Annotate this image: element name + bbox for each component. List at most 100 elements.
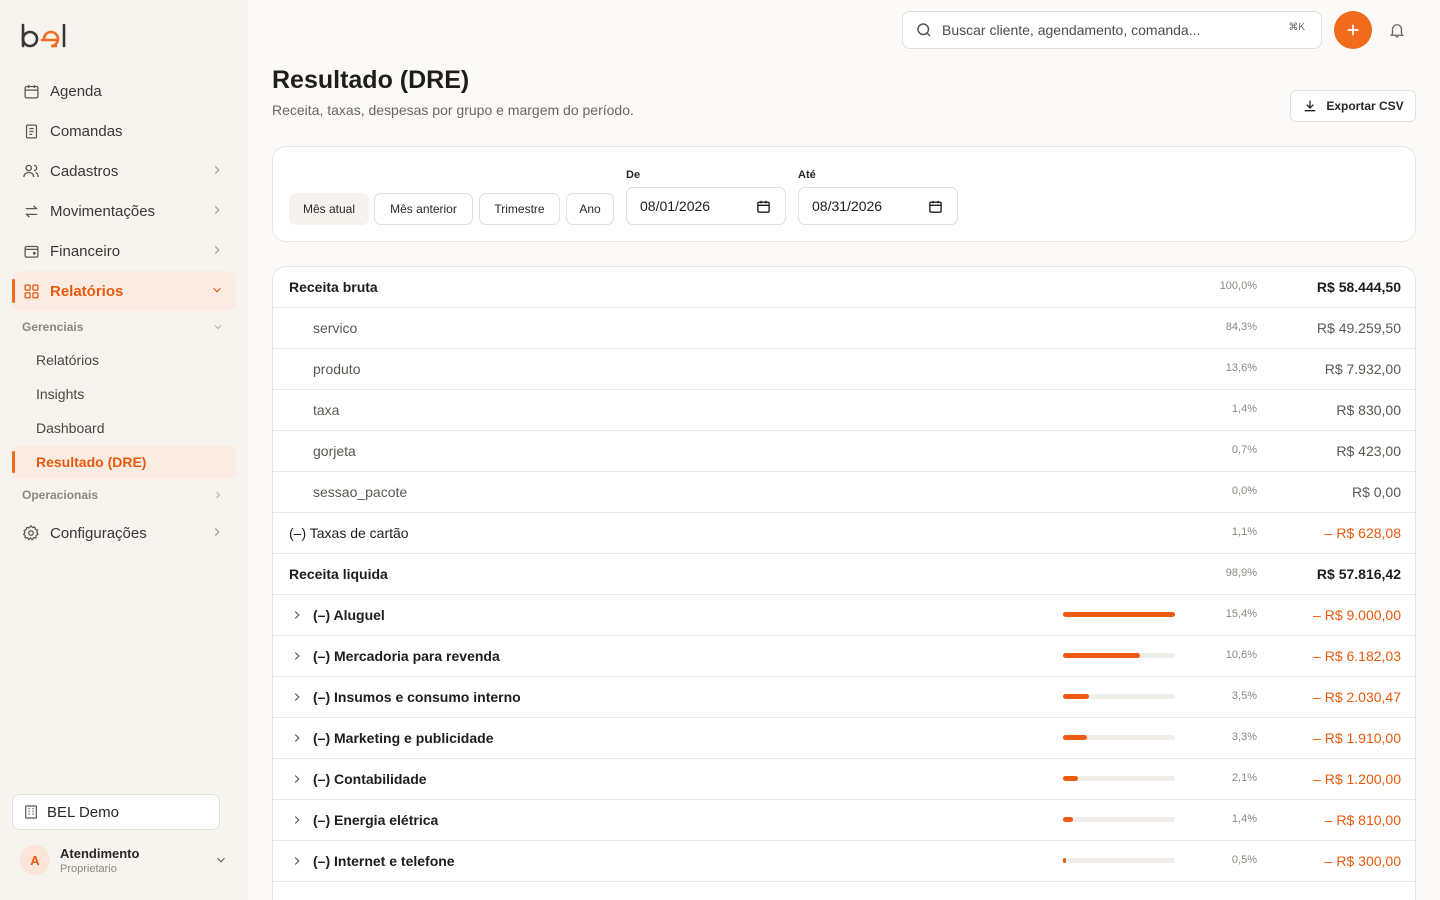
plus-icon <box>1347 24 1359 36</box>
sidebar-item-label: Cadastros <box>50 162 119 180</box>
chevron-right-icon <box>214 166 220 174</box>
sidebar-item-movimentacoes[interactable]: Movimentações <box>12 191 236 231</box>
add-button[interactable] <box>1334 11 1372 49</box>
dre-row-marketing[interactable]: (–) Marketing e publicidade 3,3% – R$ 1.… <box>273 718 1415 759</box>
row-value: – R$ 628,08 <box>1324 525 1401 541</box>
chevron-right-icon[interactable] <box>290 813 304 827</box>
sub-item-label: Resultado (DRE) <box>36 454 147 470</box>
chevron-right-icon[interactable] <box>290 608 304 622</box>
row-label: Receita bruta <box>289 279 378 295</box>
export-csv-button[interactable]: Exportar CSV <box>1290 90 1416 122</box>
sidebar-item-label: Movimentações <box>50 202 156 220</box>
dre-row-mercadoria[interactable]: (–) Mercadoria para revenda 10,6% – R$ 6… <box>273 636 1415 677</box>
chevron-down-icon <box>213 287 221 293</box>
row-value: – R$ 810,00 <box>1324 812 1401 828</box>
share-bar-fill <box>1063 694 1089 699</box>
sidebar-item-label: Comandas <box>50 122 123 140</box>
chevron-down-icon <box>214 325 222 330</box>
from-date-field[interactable]: 08/01/2026 <box>626 187 786 225</box>
global-search[interactable]: ⌘K <box>902 11 1322 49</box>
to-date-field[interactable]: 08/31/2026 <box>798 187 958 225</box>
sub-item-dashboard[interactable]: Dashboard <box>12 411 236 445</box>
row-label: (–) Internet e telefone <box>313 853 455 869</box>
row-label: (–) Taxas de cartão <box>289 525 409 541</box>
chip-ano[interactable]: Ano <box>566 193 614 225</box>
bel-logo[interactable] <box>20 22 70 50</box>
dre-row-insumos[interactable]: (–) Insumos e consumo interno 3,5% – R$ … <box>273 677 1415 718</box>
sidebar-item-label: Configurações <box>50 524 147 542</box>
row-percent: 15,4% <box>1225 608 1257 620</box>
row-percent: 0,7% <box>1231 444 1257 456</box>
sub-item-insights[interactable]: Insights <box>12 377 236 411</box>
section-gerenciais[interactable]: Gerenciais <box>12 311 236 343</box>
dre-row-energia[interactable]: (–) Energia elétrica 1,4% – R$ 810,00 <box>273 800 1415 841</box>
row-value: R$ 57.816,42 <box>1316 566 1401 582</box>
chevron-right-icon[interactable] <box>290 772 304 786</box>
dre-row-aluguel[interactable]: (–) Aluguel 15,4% – R$ 9.000,00 <box>273 595 1415 636</box>
share-bar-fill <box>1063 858 1066 863</box>
organization-name: BEL Demo <box>47 803 119 821</box>
share-bar <box>1063 612 1175 617</box>
chevron-right-icon[interactable] <box>290 854 304 868</box>
keyboard-shortcut: ⌘K <box>1288 22 1305 33</box>
chevron-right-icon <box>214 528 220 536</box>
row-value: – R$ 2.030,47 <box>1313 689 1401 705</box>
receipt-icon <box>22 122 40 140</box>
calendar-icon <box>22 82 40 100</box>
sidebar-item-label: Relatórios <box>50 282 124 300</box>
section-operacionais[interactable]: Operacionais <box>12 479 236 511</box>
dre-row-internet[interactable]: (–) Internet e telefone 0,5% – R$ 300,00 <box>273 841 1415 882</box>
chevron-right-icon <box>214 206 220 214</box>
building-icon <box>25 805 37 819</box>
chevron-right-icon[interactable] <box>290 731 304 745</box>
row-value: R$ 830,00 <box>1336 402 1401 418</box>
sidebar-item-label: Financeiro <box>50 242 121 260</box>
sidebar-item-agenda[interactable]: Agenda <box>12 71 236 111</box>
share-bar-fill <box>1063 817 1073 822</box>
gear-icon <box>22 524 40 542</box>
chevron-right-icon[interactable] <box>290 649 304 663</box>
sub-item-relatorios[interactable]: Relatórios <box>12 343 236 377</box>
sidebar-item-relatorios[interactable]: Relatórios <box>12 271 236 311</box>
organization-selector[interactable]: BEL Demo <box>12 794 220 830</box>
avatar: A <box>20 845 50 875</box>
sidebar-item-comandas[interactable]: Comandas <box>12 111 236 151</box>
grid-icon <box>22 282 40 300</box>
search-input[interactable] <box>942 22 1272 38</box>
bell-icon[interactable] <box>1388 21 1406 39</box>
sidebar-item-cadastros[interactable]: Cadastros <box>12 151 236 191</box>
calendar-icon[interactable] <box>928 199 943 214</box>
row-label: (–) Marketing e publicidade <box>313 730 494 746</box>
dre-row-receita-liquida: Receita liquida 98,9% R$ 57.816,42 <box>273 554 1415 595</box>
sidebar-item-financeiro[interactable]: Financeiro <box>12 231 236 271</box>
section-label: Operacionais <box>22 488 99 502</box>
calendar-icon[interactable] <box>756 199 771 214</box>
sub-item-resultado-dre[interactable]: Resultado (DRE) <box>12 445 236 479</box>
share-bar-fill <box>1063 653 1140 658</box>
dre-row-contabilidade[interactable]: (–) Contabilidade 2,1% – R$ 1.200,00 <box>273 759 1415 800</box>
row-percent: 10,6% <box>1225 649 1257 661</box>
row-value: R$ 423,00 <box>1336 443 1401 459</box>
row-label: (–) Energia elétrica <box>313 812 439 828</box>
chevron-right-icon <box>216 491 221 499</box>
row-value: R$ 7.932,00 <box>1324 361 1401 377</box>
row-label: taxa <box>313 402 340 418</box>
chip-mes-anterior[interactable]: Mês anterior <box>374 193 473 225</box>
arrows-icon <box>22 202 40 220</box>
from-label: De <box>626 169 641 181</box>
sidebar-item-configuracoes[interactable]: Configurações <box>12 513 236 553</box>
dre-row-sessao-pacote: sessao_pacote 0,0% R$ 0,00 <box>273 472 1415 513</box>
chevron-down-icon <box>217 857 225 863</box>
user-menu[interactable]: A Atendimento Proprietario <box>20 842 232 878</box>
chevron-right-icon[interactable] <box>290 690 304 704</box>
row-percent: 0,5% <box>1231 854 1257 866</box>
dre-row-receita-bruta: Receita bruta 100,0% R$ 58.444,50 <box>273 267 1415 308</box>
share-bar <box>1063 694 1175 699</box>
row-label: sessao_pacote <box>313 484 408 500</box>
sub-item-label: Dashboard <box>36 420 105 436</box>
row-percent: 2,1% <box>1231 772 1257 784</box>
row-label: (–) Mercadoria para revenda <box>313 648 500 664</box>
dre-row-taxa: taxa 1,4% R$ 830,00 <box>273 390 1415 431</box>
chip-trimestre[interactable]: Trimestre <box>479 193 560 225</box>
chip-mes-atual[interactable]: Mês atual <box>289 193 369 225</box>
